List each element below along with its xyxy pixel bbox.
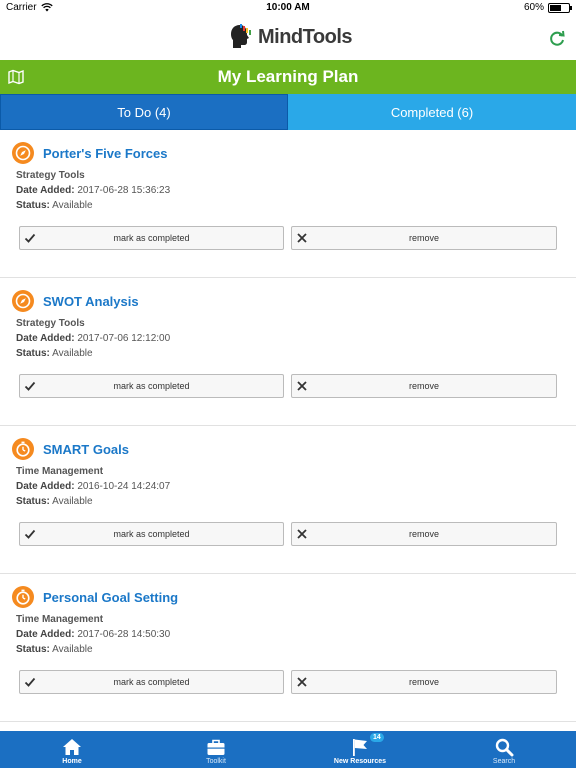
item-category: Time Management [16, 614, 104, 625]
date-added-label: Date Added: [16, 629, 75, 640]
battery-icon [548, 2, 572, 13]
item-date-row: Date Added: 2017-06-28 14:50:30 [16, 629, 170, 640]
date-added-label: Date Added: [16, 481, 75, 492]
close-icon [297, 233, 307, 243]
head-logo-icon [231, 24, 251, 48]
status-value: Available [52, 644, 93, 655]
stopwatch-icon [12, 586, 34, 608]
date-added-value: 2017-07-06 12:12:00 [77, 333, 171, 344]
date-added-value: 2017-06-28 15:36:23 [77, 185, 171, 196]
page-title: My Learning Plan [217, 67, 359, 86]
close-icon [297, 677, 307, 687]
status-time: 10:00 AM [266, 2, 310, 13]
list-item: Porter's Five Forces Strategy Tools Date… [0, 130, 576, 278]
tab-completed[interactable]: Completed (6) [288, 94, 576, 130]
battery-level [550, 4, 561, 11]
checkmark-icon [24, 381, 36, 391]
status-label: Status: [16, 496, 50, 507]
remove-button[interactable]: remove [291, 374, 557, 398]
item-status-row: Status: Available [16, 496, 93, 507]
item-date-row: Date Added: 2017-06-28 15:36:23 [16, 185, 170, 196]
item-date-row: Date Added: 2017-07-06 12:12:00 [16, 333, 170, 344]
status-value: Available [52, 348, 93, 359]
item-category: Strategy Tools [16, 318, 85, 329]
mark-completed-label: mark as completed [113, 529, 190, 539]
status-right: 60% [523, 2, 572, 13]
remove-button[interactable]: remove [291, 670, 557, 694]
date-added-label: Date Added: [16, 185, 75, 196]
nav-home[interactable]: Home [0, 731, 144, 768]
nav-search-label: Search [492, 758, 516, 765]
nav-search[interactable]: Search [432, 731, 576, 768]
logo-text: MindTools [258, 25, 353, 48]
tab-to-do[interactable]: To Do (4) [0, 94, 288, 130]
mark-completed-button[interactable]: mark as completed [19, 670, 284, 694]
status-value: Available [52, 496, 93, 507]
bottom-tab-bar: Home Toolkit 14 New Resources Search [0, 731, 576, 768]
item-category: Time Management [16, 466, 104, 477]
mindtools-logo: MindTools [230, 24, 353, 50]
date-added-label: Date Added: [16, 333, 75, 344]
checkmark-icon [24, 233, 36, 243]
status-value: Available [52, 200, 93, 211]
checkmark-icon [24, 529, 36, 539]
nav-home-label: Home [62, 758, 82, 765]
nav-new-resources-label: New Resources [333, 758, 387, 765]
list-item: SMART Goals Time Management Date Added: … [0, 426, 576, 574]
list-item: SWOT Analysis Strategy Tools Date Added:… [0, 278, 576, 426]
item-title[interactable]: Personal Goal Setting [43, 590, 178, 605]
brand-bar: MindTools [0, 16, 576, 60]
item-date-row: Date Added: 2016-10-24 14:24:07 [16, 481, 170, 492]
status-label: Status: [16, 348, 50, 359]
new-resources-badge: 14 [370, 733, 384, 742]
checkmark-icon [24, 677, 36, 687]
app-root: Carrier 10:00 AM 60% MindTools My Learni… [0, 0, 576, 768]
remove-label: remove [408, 381, 439, 391]
map-icon[interactable] [8, 69, 24, 85]
date-added-value: 2016-10-24 14:24:07 [77, 481, 171, 492]
title-bar: My Learning Plan [0, 60, 576, 94]
tab-to-do-label: To Do (4) [117, 104, 171, 120]
status-bar: Carrier 10:00 AM 60% [0, 0, 576, 16]
close-icon [297, 529, 307, 539]
status-label: Status: [16, 200, 50, 211]
list-item: Personal Goal Setting Time Management Da… [0, 574, 576, 722]
home-icon [63, 739, 81, 755]
compass-icon [12, 290, 34, 312]
compass-icon [12, 142, 34, 164]
battery-percent: 60% [523, 2, 544, 13]
refresh-icon[interactable] [548, 30, 566, 48]
mark-completed-button[interactable]: mark as completed [19, 522, 284, 546]
mark-completed-label: mark as completed [113, 381, 190, 391]
remove-button[interactable]: remove [291, 226, 557, 250]
remove-button[interactable]: remove [291, 522, 557, 546]
item-title[interactable]: SWOT Analysis [43, 294, 139, 309]
nav-toolkit[interactable]: Toolkit [144, 731, 288, 768]
flag-icon [353, 739, 367, 756]
tab-completed-label: Completed (6) [390, 104, 474, 120]
mark-completed-button[interactable]: mark as completed [19, 226, 284, 250]
nav-toolkit-label: Toolkit [206, 758, 226, 765]
briefcase-icon [207, 739, 225, 755]
close-icon [297, 381, 307, 391]
remove-label: remove [408, 677, 439, 687]
status-label: Status: [16, 644, 50, 655]
nav-new-resources[interactable]: 14 New Resources [288, 731, 432, 768]
item-title[interactable]: SMART Goals [43, 442, 129, 457]
mark-completed-label: mark as completed [113, 233, 190, 243]
item-category: Strategy Tools [16, 170, 85, 181]
remove-label: remove [408, 529, 439, 539]
item-status-row: Status: Available [16, 348, 93, 359]
learning-plan-list: Porter's Five Forces Strategy Tools Date… [0, 130, 576, 722]
search-icon [495, 738, 514, 757]
item-status-row: Status: Available [16, 644, 93, 655]
item-status-row: Status: Available [16, 200, 93, 211]
mark-completed-button[interactable]: mark as completed [19, 374, 284, 398]
remove-label: remove [408, 233, 439, 243]
date-added-value: 2017-06-28 14:50:30 [77, 629, 171, 640]
item-title[interactable]: Porter's Five Forces [43, 146, 167, 161]
stopwatch-icon [12, 438, 34, 460]
segment-tabs: To Do (4) Completed (6) [0, 94, 576, 130]
mark-completed-label: mark as completed [113, 677, 190, 687]
